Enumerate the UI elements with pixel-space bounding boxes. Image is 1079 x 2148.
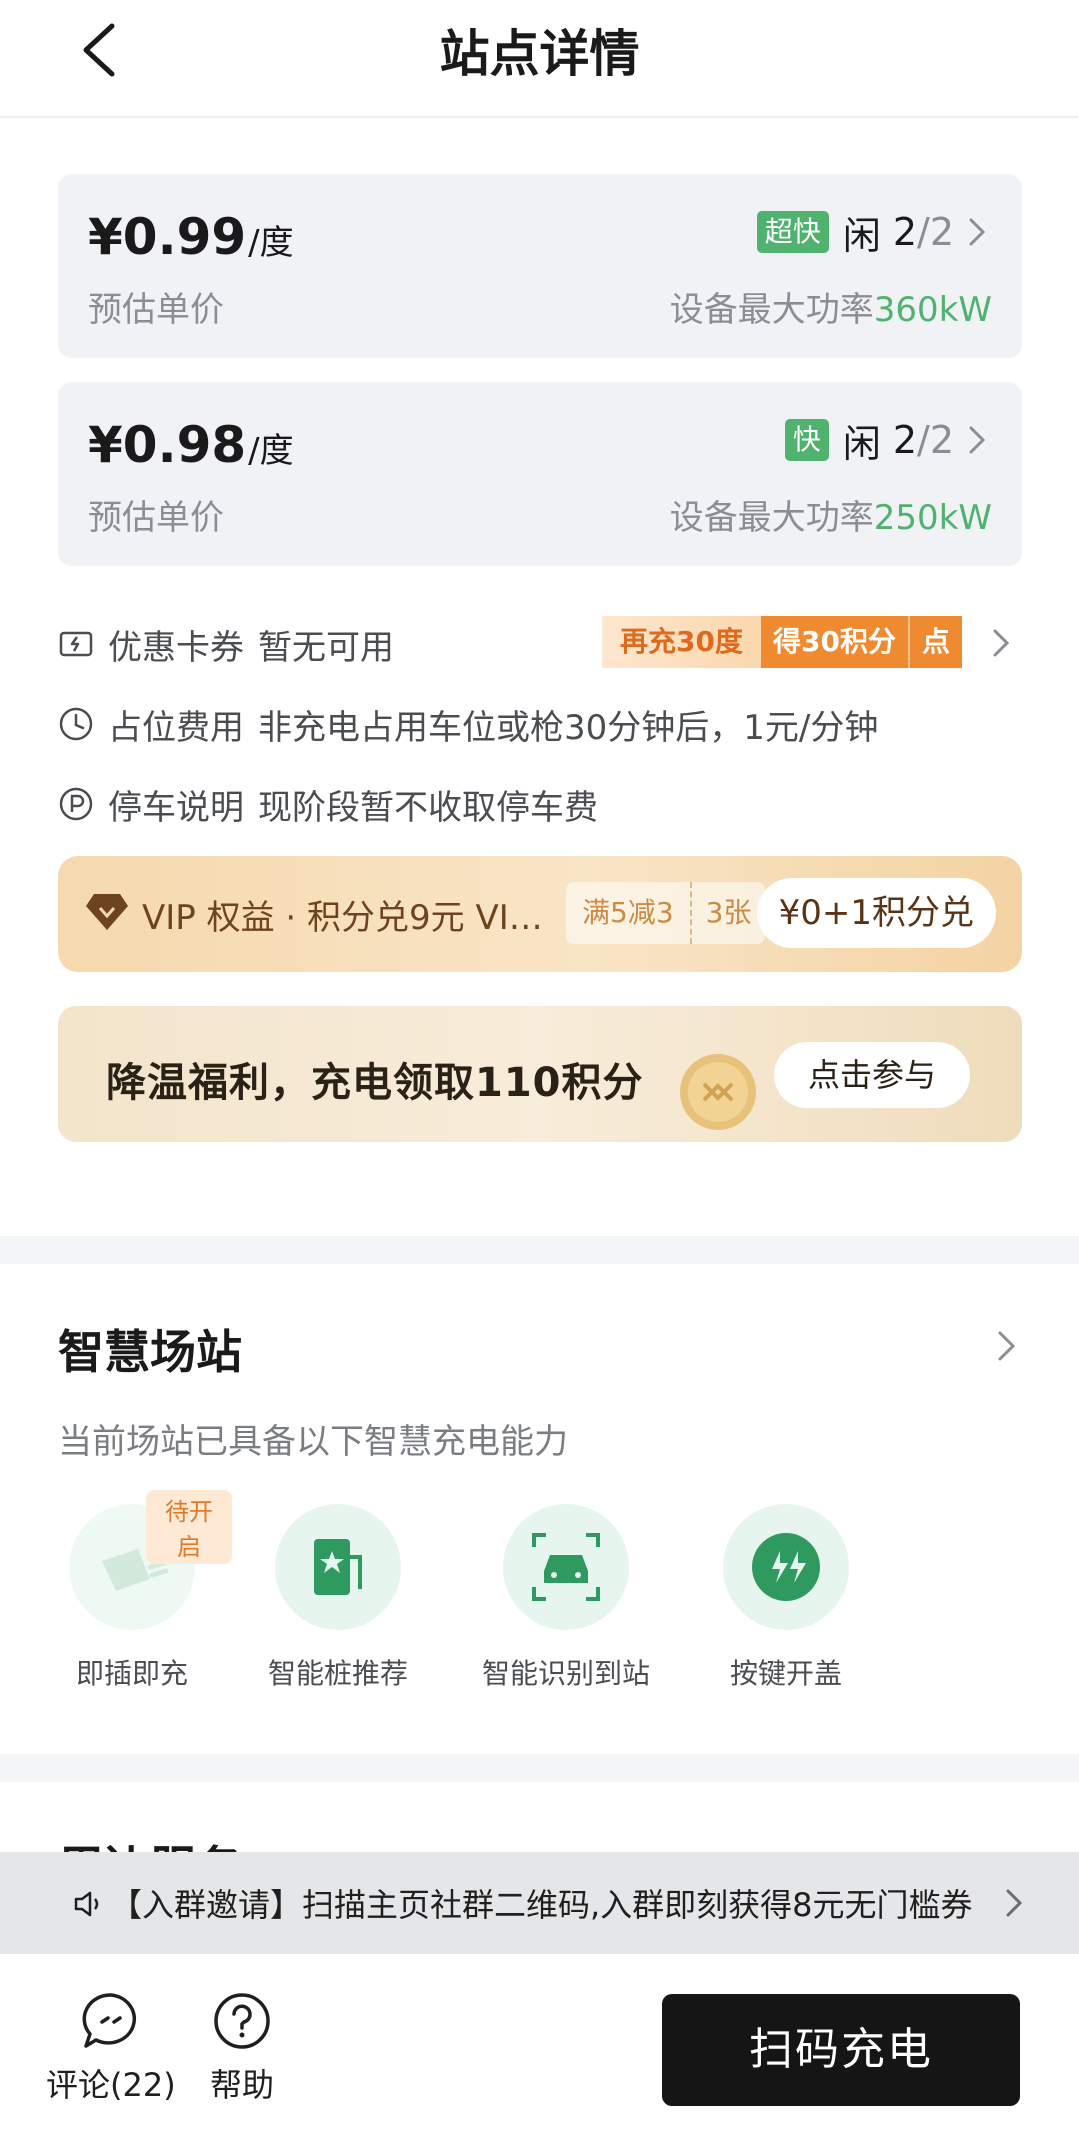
notice-bar[interactable]: 【入群邀请】扫描主页社群二维码,入群即刻获得8元无门槛券 xyxy=(0,1852,1079,1954)
smart-station-title: 智慧场站 xyxy=(58,1325,242,1379)
section-divider xyxy=(0,1236,1079,1264)
feature-plug-and-charge[interactable]: 待开启 即插即充 xyxy=(32,1490,232,1692)
chevron-right-icon xyxy=(1006,1889,1023,1917)
section-divider xyxy=(0,1754,1079,1782)
vip-benefit-banner[interactable]: VIP 权益 · 积分兑9元 VIP券包 满5减3 3张 ¥0+1积分兑 xyxy=(58,856,1022,972)
car-recognition-icon xyxy=(503,1504,629,1630)
bottom-action-bar: 评论(22) 帮助 扫码充电 xyxy=(0,1954,1079,2148)
feature-smart-arrival[interactable]: 智能识别到站 xyxy=(466,1504,666,1692)
total-count: /2 xyxy=(917,418,954,462)
coupon-icon xyxy=(59,631,93,657)
banner-text: 降温福利，充电领取110积分 xyxy=(106,1060,644,1106)
vip-text: VIP 权益 · 积分兑9元 VIP券包 xyxy=(142,898,552,938)
coupon-row[interactable]: 优惠卡券 暂无可用 再充30度 得30积分 点 xyxy=(58,616,1022,672)
redeem-button[interactable]: ¥0+1积分兑 xyxy=(756,878,996,948)
price-card-fast[interactable]: ¥0.98/度 预估单价 快 闲 2/2 设备最大功率250kW xyxy=(58,382,1022,566)
parking-row: 停车说明 现阶段暂不收取停车费 xyxy=(58,776,1022,832)
availability-row[interactable]: 快 闲 2/2 xyxy=(784,418,986,466)
clock-icon xyxy=(59,707,93,741)
coin-icon xyxy=(680,1054,756,1130)
price-value: ¥0.99/度 xyxy=(88,208,294,266)
pending-badge: 待开启 xyxy=(146,1490,232,1564)
coupon-value: 暂无可用 xyxy=(258,627,394,668)
availability-row[interactable]: 超快 闲 2/2 xyxy=(756,210,986,258)
speed-badge: 超快 xyxy=(756,211,829,253)
chevron-right-icon[interactable] xyxy=(997,1330,1017,1362)
coupon-key: 优惠卡券 xyxy=(108,627,244,668)
max-power: 设备最大功率360kW xyxy=(669,290,992,330)
occupancy-key: 占位费用 xyxy=(108,707,244,748)
comments-button[interactable]: 评论(22) xyxy=(46,1990,176,2106)
feature-smart-pile[interactable]: 智能桩推荐 xyxy=(238,1504,438,1692)
price-card-superfast[interactable]: ¥0.99/度 预估单价 超快 闲 2/2 设备最大功率360kW xyxy=(58,174,1022,358)
parking-icon xyxy=(59,787,93,821)
scan-charge-button[interactable]: 扫码充电 xyxy=(662,1994,1020,2106)
notice-text: 【入群邀请】扫描主页社群二维码,入群即刻获得8元无门槛券 xyxy=(110,1886,973,1924)
speed-badge: 快 xyxy=(784,419,829,461)
smart-station-subtitle: 当前场站已具备以下智慧充电能力 xyxy=(58,1422,568,1462)
top-header: 站点详情 xyxy=(0,0,1079,118)
occupancy-value: 非充电占用车位或枪30分钟后，1元/分钟 xyxy=(258,707,879,748)
max-power: 设备最大功率250kW xyxy=(669,498,992,538)
price-value: ¥0.98/度 xyxy=(88,416,294,474)
question-icon xyxy=(214,1993,270,2049)
idle-label: 闲 xyxy=(842,421,881,466)
diamond-icon xyxy=(86,894,128,930)
idle-count: 2 xyxy=(892,418,918,462)
idle-label: 闲 xyxy=(842,213,881,258)
parking-value: 现阶段暂不收取停车费 xyxy=(258,787,598,828)
page-title: 站点详情 xyxy=(439,25,640,83)
speaker-icon xyxy=(74,1891,99,1917)
parking-key: 停车说明 xyxy=(108,787,244,828)
points-promo-tag[interactable]: 再充30度 得30积分 点 xyxy=(602,616,962,668)
total-count: /2 xyxy=(917,210,954,254)
chevron-right-icon xyxy=(969,218,986,246)
lightning-button-icon xyxy=(723,1504,849,1630)
comment-bubble-icon xyxy=(82,1993,136,2048)
price-label: 预估单价 xyxy=(88,498,224,538)
occupancy-fee-row: 占位费用 非充电占用车位或枪30分钟后，1元/分钟 xyxy=(58,696,1022,752)
idle-count: 2 xyxy=(892,210,918,254)
chevron-right-icon[interactable] xyxy=(992,628,1010,658)
charging-pile-icon xyxy=(275,1504,401,1630)
help-button[interactable]: 帮助 xyxy=(210,1990,274,2106)
cooling-benefit-banner[interactable]: 降温福利，充电领取110积分 点击参与 xyxy=(58,1006,1022,1142)
vip-coupon-tag: 满5减3 3张 xyxy=(566,882,766,944)
feature-button-open-lid[interactable]: 按键开盖 xyxy=(686,1504,886,1692)
chevron-right-icon xyxy=(969,426,986,454)
price-label: 预估单价 xyxy=(88,290,224,330)
join-button[interactable]: 点击参与 xyxy=(773,1042,970,1108)
